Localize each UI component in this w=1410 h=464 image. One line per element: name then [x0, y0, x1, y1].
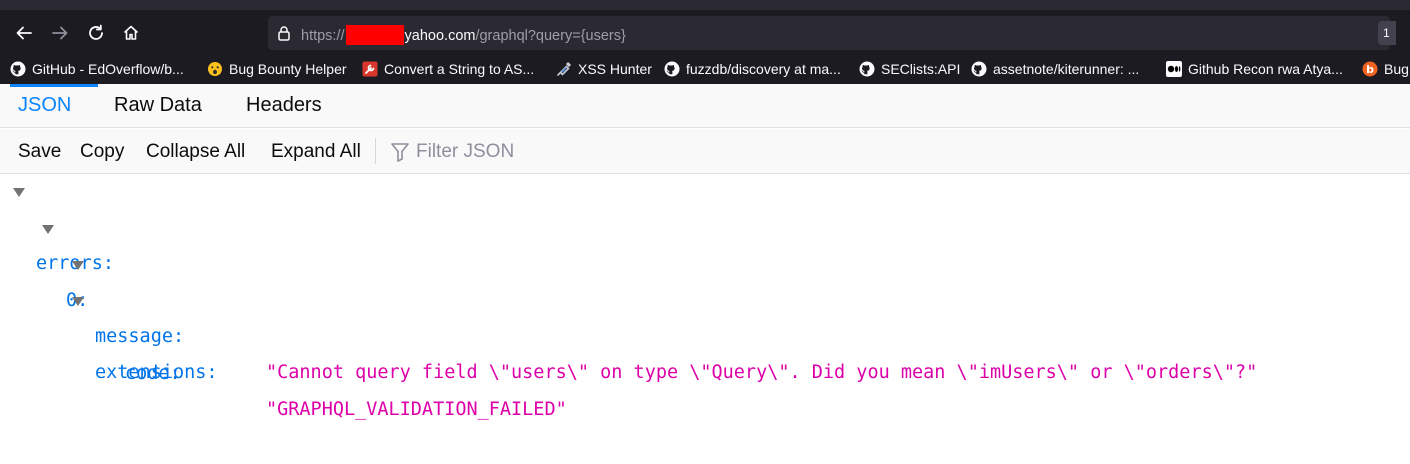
copy-button[interactable]: Copy: [80, 129, 124, 174]
home-button[interactable]: [116, 18, 146, 48]
json-toolbar: Save Copy Collapse All Expand All: [0, 129, 1410, 174]
bookmark-item[interactable]: SEClists:API: [859, 58, 960, 80]
reload-button[interactable]: [81, 18, 111, 48]
json-string-value: "GRAPHQL_VALIDATION_FAILED": [266, 399, 567, 420]
expand-all-button[interactable]: Expand All: [271, 129, 361, 174]
bug-icon: b: [1362, 61, 1378, 77]
reload-icon: [89, 24, 103, 40]
back-arrow-icon: [16, 26, 32, 40]
tree-row-message[interactable]: message: "Cannot query field \"users\" o…: [0, 247, 1400, 383]
github-icon: [971, 61, 987, 77]
tool-icon: [362, 61, 378, 77]
zoom-indicator[interactable]: 1: [1378, 21, 1396, 45]
expand-triangle-icon[interactable]: [13, 188, 25, 197]
bookmark-item[interactable]: Github Recon rwa Atya...: [1166, 58, 1343, 80]
tab-json[interactable]: JSON: [9, 84, 99, 128]
bookmark-label: XSS Hunter: [578, 61, 652, 77]
tree-row-code[interactable]: code: "GRAPHQL_VALIDATION_FAILED": [0, 320, 800, 420]
toolbar-divider: [375, 138, 376, 164]
syringe-icon: [556, 61, 572, 77]
bookmark-item[interactable]: Bug Bounty Helper: [207, 58, 347, 80]
url-path: /graphql?query={users}: [475, 28, 626, 44]
save-button[interactable]: Save: [18, 129, 61, 174]
bookmark-item[interactable]: XSS Hunter: [556, 58, 652, 80]
bookmark-label: Github Recon rwa Atya...: [1188, 61, 1343, 77]
github-icon: [10, 61, 26, 77]
github-icon: [664, 61, 680, 77]
bookmark-label: GitHub - EdOverflow/b...: [32, 61, 184, 77]
bookmark-label: Bug Bounty Helper: [229, 61, 347, 77]
bookmark-item[interactable]: Convert a String to AS...: [362, 58, 534, 80]
filter-icon: [391, 143, 409, 162]
bookmark-label: assetnote/kiterunner: ...: [993, 61, 1140, 77]
bookmark-item[interactable]: fuzzdb/discovery at ma...: [664, 58, 841, 80]
tree-row-errors[interactable]: errors:: [0, 174, 260, 274]
url-host: yahoo.com: [404, 28, 476, 44]
bookmark-item[interactable]: b Bug: [1362, 58, 1409, 80]
bookmark-label: SEClists:API: [881, 61, 961, 77]
browser-chrome: https://yahoo.com/graphql?query={users} …: [0, 0, 1410, 84]
bookmark-item[interactable]: assetnote/kiterunner: ...: [971, 58, 1139, 80]
viewer-tabs: JSON Raw Data Headers: [0, 84, 1410, 128]
bookmark-label: Convert a String to AS...: [384, 61, 535, 77]
navigation-bar: https://yahoo.com/graphql?query={users} …: [0, 14, 1410, 52]
medium-icon: [1166, 61, 1182, 77]
expand-triangle-icon[interactable]: [72, 261, 84, 270]
forward-arrow-icon: [52, 26, 68, 40]
emoji-face-icon: [207, 61, 223, 77]
address-bar[interactable]: https://yahoo.com/graphql?query={users} …: [268, 16, 1396, 50]
tab-raw-data[interactable]: Raw Data: [110, 84, 206, 128]
json-key: code:: [125, 363, 181, 384]
svg-text:b: b: [1366, 63, 1374, 76]
tree-row-index-0[interactable]: 0:: [0, 211, 260, 311]
collapse-all-button[interactable]: Collapse All: [146, 129, 245, 174]
home-icon: [123, 25, 139, 40]
json-string-value: "Cannot query field \"users\" on type \"…: [266, 362, 1258, 383]
back-button[interactable]: [9, 18, 39, 48]
tree-row-extensions[interactable]: extensions:: [0, 283, 260, 383]
url-text[interactable]: https:// yahoo.com/graphql?query={users}: [301, 25, 626, 45]
bookmark-label: Bug: [1384, 61, 1409, 77]
url-scheme: https://: [301, 28, 345, 44]
lock-icon: [278, 26, 290, 41]
forward-button[interactable]: [45, 18, 75, 48]
bookmark-label: fuzzdb/discovery at ma...: [686, 61, 841, 77]
tab-strip: [0, 0, 1410, 10]
bookmark-item[interactable]: GitHub - EdOverflow/b...: [10, 58, 184, 80]
expand-triangle-icon[interactable]: [72, 297, 84, 306]
github-icon: [859, 61, 875, 77]
expand-triangle-icon[interactable]: [42, 225, 54, 234]
bookmarks-toolbar: GitHub - EdOverflow/b... Bug Bounty Help…: [0, 55, 1410, 81]
redacted-subdomain: [345, 25, 404, 45]
filter-json-input[interactable]: [416, 137, 716, 167]
tab-headers[interactable]: Headers: [242, 84, 326, 128]
